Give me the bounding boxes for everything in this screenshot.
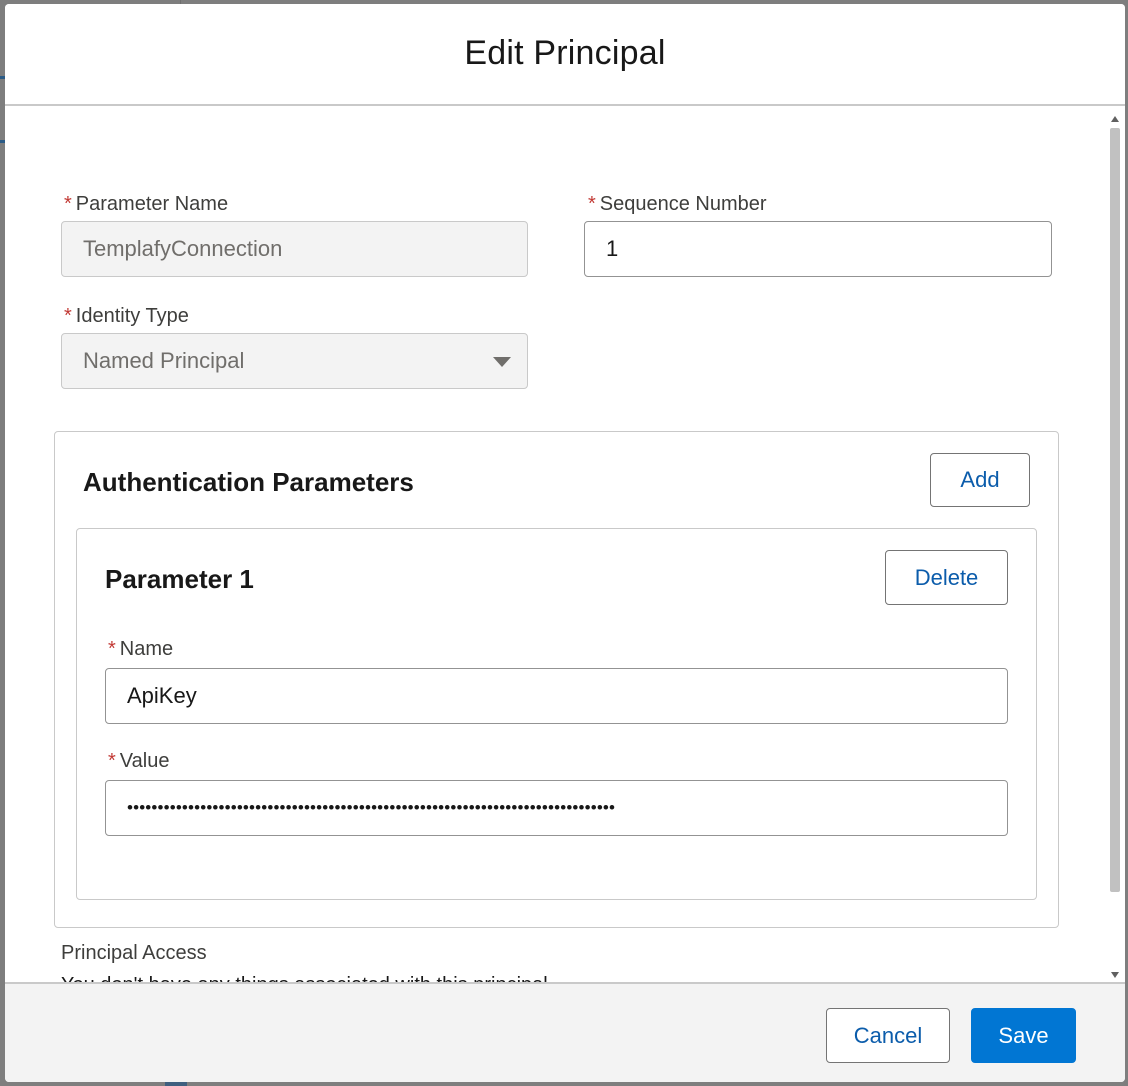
sequence-number-input[interactable]: 1 [584,221,1052,277]
backdrop-accent [165,1082,187,1086]
modal-footer: Cancel Save [5,982,1125,1082]
sequence-number-label-text: Sequence Number [599,193,767,215]
sequence-number-label: * Sequence Number [588,193,767,216]
modal-title: Edit Principal [464,34,666,72]
chevron-down-icon [493,357,511,367]
parameter-name-label-text: Parameter Name [75,193,229,215]
parameter-name-field-label: * Name [108,638,173,661]
parameter-value-field-label-text: Value [119,750,170,772]
add-parameter-button[interactable]: Add [930,453,1030,507]
identity-type-label: * Identity Type [64,305,189,328]
modal-header: Edit Principal [5,4,1125,106]
parameter-value-field-input[interactable]: ••••••••••••••••••••••••••••••••••••••••… [105,780,1008,836]
parameter-title: Parameter 1 [105,564,254,594]
cancel-button[interactable]: Cancel [826,1008,950,1063]
authentication-parameters-title: Authentication Parameters [83,467,414,497]
edit-principal-modal: Edit Principal * Parameter Name TemplafyC… [5,4,1125,1082]
scroll-down-arrow-icon[interactable] [1111,972,1119,978]
required-marker: * [108,750,116,772]
delete-parameter-button[interactable]: Delete [885,550,1008,605]
save-button[interactable]: Save [971,1008,1076,1063]
required-marker: * [108,638,116,660]
required-marker: * [64,193,72,215]
principal-access-label: Principal Access [61,942,207,964]
parameter-name-field-input[interactable]: ApiKey [105,668,1008,724]
scroll-up-arrow-icon[interactable] [1111,116,1119,122]
parameter-name-field-label-text: Name [119,638,174,660]
scrollbar-thumb[interactable] [1110,128,1120,892]
principal-access-description: You don't have any things associated wit… [61,974,553,982]
identity-type-value: Named Principal [83,348,245,373]
required-marker: * [64,305,72,327]
modal-body[interactable]: * Parameter Name TemplafyConnection * Sequ… [5,106,1125,982]
required-marker: * [588,193,596,215]
identity-type-label-text: Identity Type [75,305,189,327]
identity-type-select: Named Principal [61,333,528,389]
parameter-card: Parameter 1 Delete * Name ApiKey * Value •… [76,528,1037,900]
modal-scrollbar[interactable] [1108,114,1122,980]
parameter-name-label: * Parameter Name [64,193,228,216]
authentication-parameters-card: Authentication Parameters Add Parameter … [54,431,1059,928]
parameter-value-field-label: * Value [108,750,169,773]
parameter-name-input: TemplafyConnection [61,221,528,277]
